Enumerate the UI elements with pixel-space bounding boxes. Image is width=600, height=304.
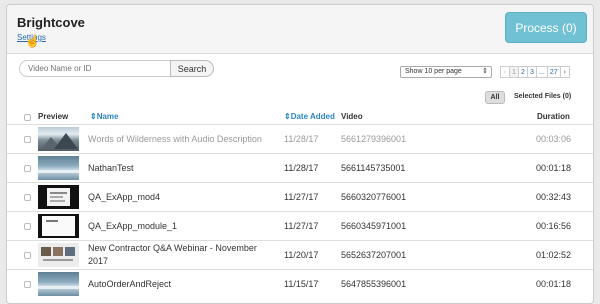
- sort-icon: ⇕: [284, 112, 291, 121]
- select-arrows-icon: ⇕: [482, 68, 488, 75]
- row-checkbox[interactable]: [24, 252, 31, 259]
- video-duration: 00:01:18: [536, 163, 572, 173]
- video-id: 5652637207001: [341, 250, 407, 260]
- row-checkbox[interactable]: [24, 281, 31, 288]
- video-name: Words of Wilderness with Audio Descripti…: [88, 134, 262, 144]
- filter-all-button[interactable]: All: [485, 91, 505, 104]
- brightcove-panel: Brightcove Settings ☝ Process (0) Search…: [6, 4, 594, 304]
- video-duration: 00:03:06: [536, 134, 572, 144]
- video-date: 11/27/17: [284, 192, 319, 202]
- video-id: 5660320776001: [341, 192, 407, 202]
- column-video: Video: [341, 112, 363, 121]
- video-name: QA_ExApp_mod4: [88, 192, 161, 202]
- video-thumbnail: [38, 272, 79, 296]
- video-name: New Contractor Q&A Webinar - November: [88, 243, 257, 253]
- column-duration: Duration: [537, 112, 570, 121]
- row-checkbox[interactable]: [24, 165, 31, 172]
- video-duration: 00:16:56: [536, 221, 572, 231]
- search-input[interactable]: [19, 60, 171, 77]
- column-name[interactable]: ⇕Name: [90, 112, 119, 121]
- video-name-line-2: 2017: [88, 256, 109, 266]
- video-duration: 00:01:18: [536, 279, 572, 289]
- search-button[interactable]: Search: [170, 60, 214, 77]
- pagination-page-27[interactable]: 27: [546, 66, 561, 78]
- table-row[interactable]: QA_ExApp_mod4 11/27/17 5660320776001 00:…: [7, 182, 593, 212]
- video-duration: 01:02:52: [536, 250, 572, 260]
- table-row[interactable]: QA_ExApp_module_1 11/27/17 5660345971001…: [7, 211, 593, 241]
- panel-title: Brightcove: [17, 15, 85, 30]
- video-date: 11/28/17: [284, 163, 319, 173]
- table-row[interactable]: NathanTest 11/28/17 5661145735001 00:01:…: [7, 153, 593, 183]
- per-page-select[interactable]: Show 10 per page ⇕: [400, 66, 492, 78]
- video-id: 5661145735001: [341, 163, 406, 173]
- video-name: QA_ExApp_module_1: [88, 221, 178, 231]
- row-checkbox[interactable]: [24, 136, 31, 143]
- pagination-next-button[interactable]: ›: [559, 66, 570, 78]
- video-date: 11/28/17: [284, 134, 319, 144]
- video-name: AutoOrderAndReject: [88, 279, 172, 289]
- select-all-checkbox[interactable]: [24, 114, 31, 121]
- filter-selected-files-button[interactable]: Selected Files (0): [514, 91, 571, 102]
- panel-header: Brightcove Settings ☝ Process (0): [7, 5, 593, 54]
- hand-cursor-icon: ☝: [25, 34, 40, 48]
- per-page-value: Show 10 per page: [405, 68, 462, 75]
- row-checkbox[interactable]: [24, 223, 31, 230]
- video-thumbnail: [38, 214, 79, 238]
- video-thumbnail: [38, 156, 79, 180]
- table-header: Preview ⇕Name ⇕Date Added Video Duration: [7, 108, 593, 124]
- video-thumbnail: [38, 127, 79, 151]
- table-row[interactable]: AutoOrderAndReject 11/15/17 564785539600…: [7, 269, 593, 299]
- process-button[interactable]: Process (0): [505, 12, 587, 43]
- video-id: 5661279396001: [341, 134, 407, 144]
- table-row[interactable]: Words of Wilderness with Audio Descripti…: [7, 124, 593, 154]
- column-preview: Preview: [38, 112, 69, 121]
- sort-icon: ⇕: [90, 112, 97, 121]
- column-date-added[interactable]: ⇕Date Added: [284, 112, 335, 121]
- video-thumbnail: [38, 185, 79, 209]
- row-checkbox[interactable]: [24, 194, 31, 201]
- pagination: ‹ 1 2 3 ... 27 ›: [500, 66, 570, 78]
- video-date: 11/20/17: [284, 250, 319, 260]
- video-date: 11/27/17: [284, 221, 319, 231]
- video-id: 5660345971001: [341, 221, 407, 231]
- video-name: NathanTest: [88, 163, 134, 173]
- video-id: 5647855396001: [341, 279, 407, 289]
- video-thumbnail: [38, 243, 79, 267]
- video-duration: 00:32:43: [536, 192, 572, 202]
- video-date: 11/15/17: [284, 279, 319, 289]
- table-row[interactable]: New Contractor Q&A Webinar - November 20…: [7, 240, 593, 270]
